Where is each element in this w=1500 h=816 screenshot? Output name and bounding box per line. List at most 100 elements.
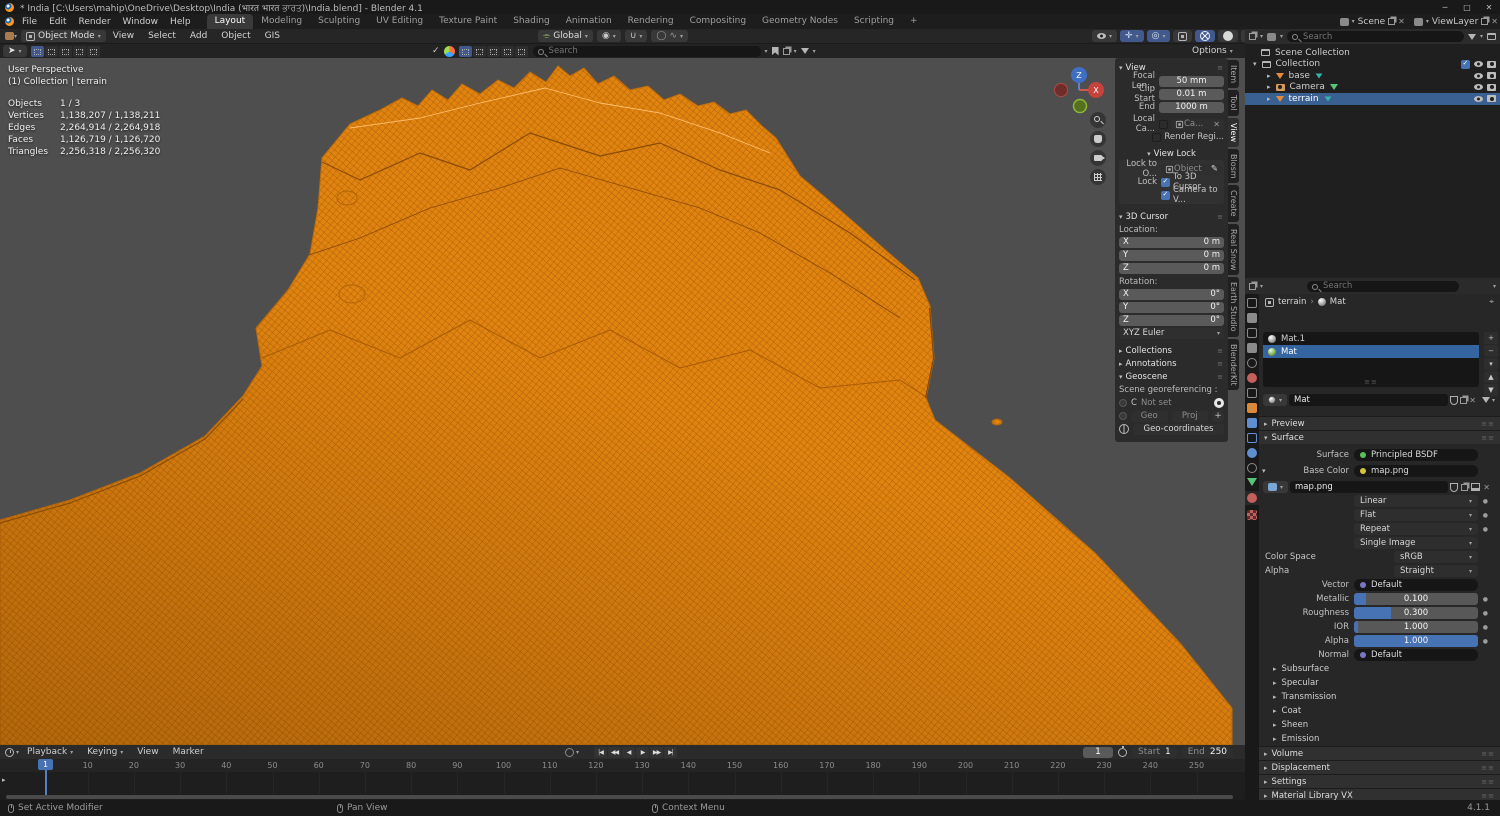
scene-collection-row[interactable]: Scene Collection — [1245, 47, 1500, 59]
tab-compositing[interactable]: Compositing — [682, 14, 754, 29]
object-row-base[interactable]: base — [1245, 70, 1500, 82]
tab-tool[interactable]: Tool — [1228, 90, 1239, 116]
material-breadcrumb-icon[interactable] — [1317, 298, 1326, 306]
material-filter-icon[interactable] — [1481, 397, 1490, 403]
tab-create[interactable]: Create — [1228, 185, 1239, 222]
add-slot-button[interactable]: + — [1484, 332, 1498, 344]
overlays-toggle[interactable]: ◎ ▾ — [1146, 30, 1171, 42]
material-tab-active[interactable] — [1245, 491, 1259, 505]
cursor-panel-header[interactable]: 3D Cursor≡ — [1119, 210, 1224, 223]
filter-objects-icon[interactable] — [1267, 32, 1277, 41]
bk-expand-chevron[interactable]: ▾ — [765, 48, 768, 55]
data-tab-icon[interactable] — [1247, 478, 1257, 486]
start-frame-field[interactable]: Start 1 — [1132, 746, 1177, 758]
outliner-filter-icon[interactable] — [1467, 33, 1476, 40]
ior-slider[interactable]: 1.000 — [1354, 621, 1478, 633]
tool-tab-icon[interactable] — [1247, 298, 1257, 308]
slot-mat[interactable]: Mat — [1263, 345, 1479, 358]
source-dropdown[interactable]: Single Image ▾ — [1354, 537, 1478, 549]
image-name-field[interactable]: map.png — [1290, 481, 1449, 493]
preview-panel-header[interactable]: Preview≡≡ — [1259, 416, 1500, 430]
shading-wireframe-button[interactable] — [1195, 30, 1216, 42]
auto-keying-record-button[interactable] — [565, 747, 574, 757]
duplicate-material-icon[interactable] — [1460, 396, 1468, 404]
menu-window[interactable]: Window — [117, 17, 165, 27]
end-frame-field[interactable]: End 250 — [1181, 746, 1234, 758]
bk-asset-brushes-button[interactable] — [486, 45, 500, 57]
fake-user-shield-icon[interactable] — [1450, 482, 1459, 492]
color-space-dropdown[interactable]: sRGB ▾ — [1394, 551, 1478, 563]
local-camera-checkbox[interactable] — [1159, 119, 1168, 129]
rotation-mode-dropdown[interactable]: XYZ Euler ▾ — [1119, 327, 1224, 339]
remove-viewlayer-icon[interactable]: ✕ — [1491, 17, 1498, 26]
object-row-terrain[interactable]: terrain — [1245, 93, 1500, 105]
menu-file[interactable]: File — [16, 17, 43, 27]
tab-layout[interactable]: Layout — [206, 14, 254, 29]
render-region-checkbox[interactable] — [1152, 132, 1162, 142]
timeline-track-area[interactable] — [0, 772, 1245, 794]
roughness-slider[interactable]: 0.300 — [1354, 607, 1478, 619]
geo-coordinates-button[interactable]: Geo-coordinates — [1133, 423, 1224, 435]
object-visibility-dropdown[interactable]: ▾ — [1092, 30, 1118, 42]
menu-object[interactable]: Object — [214, 31, 257, 41]
maximize-button[interactable]: □ — [1456, 3, 1478, 12]
proportional-edit-toggle[interactable]: ◯ ∿ ▾ — [651, 30, 689, 42]
tab-item[interactable]: Item — [1228, 60, 1239, 89]
play-reverse-button[interactable]: ◀ — [622, 746, 635, 758]
render-visibility-icon[interactable] — [1487, 60, 1496, 68]
tab-modeling[interactable]: Modeling — [253, 14, 310, 29]
collections-panel-header[interactable]: Collections≡ — [1119, 344, 1224, 357]
pin-icon[interactable]: ⌖ — [1489, 297, 1494, 307]
axis-gizmo[interactable]: Z X — [1050, 60, 1110, 116]
menu-gis[interactable]: GIS — [258, 31, 287, 41]
mode-dropdown[interactable]: Object Mode ▾ — [21, 30, 106, 42]
metallic-slider[interactable]: 0.100 — [1354, 593, 1478, 605]
select-mode-intersect-button[interactable] — [86, 45, 100, 57]
geoscene-settings-gear-icon[interactable] — [1214, 398, 1224, 408]
menu-view[interactable]: View — [131, 747, 164, 757]
tab-geometry-nodes[interactable]: Geometry Nodes — [754, 14, 846, 29]
cursor-rot-y-field[interactable]: Y 0° — [1119, 301, 1224, 313]
outliner-search-input[interactable] — [1287, 31, 1464, 42]
select-mode-subtract-button[interactable] — [58, 45, 72, 57]
new-viewlayer-icon[interactable] — [1481, 18, 1489, 25]
slot-mat1[interactable]: Mat.1 — [1263, 332, 1479, 345]
surface-shader-field[interactable]: Principled BSDF — [1354, 449, 1478, 461]
hide-eye-icon[interactable] — [1474, 61, 1483, 68]
cursor-rot-x-field[interactable]: X 0° — [1119, 288, 1224, 300]
add-crs-button[interactable]: + — [1212, 410, 1224, 422]
alpha-mode-dropdown[interactable]: Straight ▾ — [1394, 565, 1478, 577]
new-collection-icon[interactable] — [1487, 33, 1496, 40]
hide-eye-icon[interactable] — [1474, 72, 1483, 79]
alpha-slider[interactable]: 1.000 — [1354, 635, 1478, 647]
select-mode-new-button[interactable] — [30, 45, 44, 57]
minimize-button[interactable]: ─ — [1434, 3, 1456, 12]
menu-help[interactable]: Help — [164, 17, 197, 27]
unlink-material-icon[interactable]: ✕ — [1469, 396, 1476, 405]
geoscene-panel-header[interactable]: Geoscene≡ — [1119, 370, 1224, 383]
timeline-scrollbar[interactable] — [6, 795, 1233, 799]
render-visibility-icon[interactable] — [1487, 72, 1496, 80]
select-mode-extend-button[interactable] — [44, 45, 58, 57]
select-mode-invert-button[interactable] — [72, 45, 86, 57]
cursor-rot-z-field[interactable]: Z 0° — [1119, 314, 1224, 326]
close-button[interactable]: ✕ — [1478, 3, 1500, 12]
cursor-loc-x-field[interactable]: X0 m — [1119, 236, 1224, 248]
prev-keyframe-button[interactable]: ◀◀ — [608, 746, 621, 758]
pack-image-icon[interactable] — [1471, 483, 1481, 491]
remove-slot-button[interactable]: − — [1484, 345, 1498, 357]
display-mode-icon[interactable] — [1249, 33, 1256, 40]
constraints-tab-icon[interactable] — [1247, 463, 1257, 473]
jump-to-end-button[interactable]: ▶| — [664, 746, 677, 758]
physics-tab-icon[interactable] — [1247, 448, 1257, 458]
render-visibility-icon[interactable] — [1487, 83, 1496, 91]
viewlayer-name[interactable]: ViewLayer — [1432, 17, 1478, 27]
menu-render[interactable]: Render — [73, 17, 117, 27]
timeline-editor-icon[interactable] — [5, 747, 14, 757]
properties-search-input[interactable] — [1307, 280, 1459, 292]
bk-layers-icon[interactable] — [782, 47, 790, 55]
local-camera-field[interactable]: Ca... ✕ — [1171, 118, 1224, 130]
tab-sculpting[interactable]: Sculpting — [310, 14, 368, 29]
xray-toggle[interactable] — [1173, 30, 1193, 42]
normal-field[interactable]: Default — [1354, 649, 1478, 661]
